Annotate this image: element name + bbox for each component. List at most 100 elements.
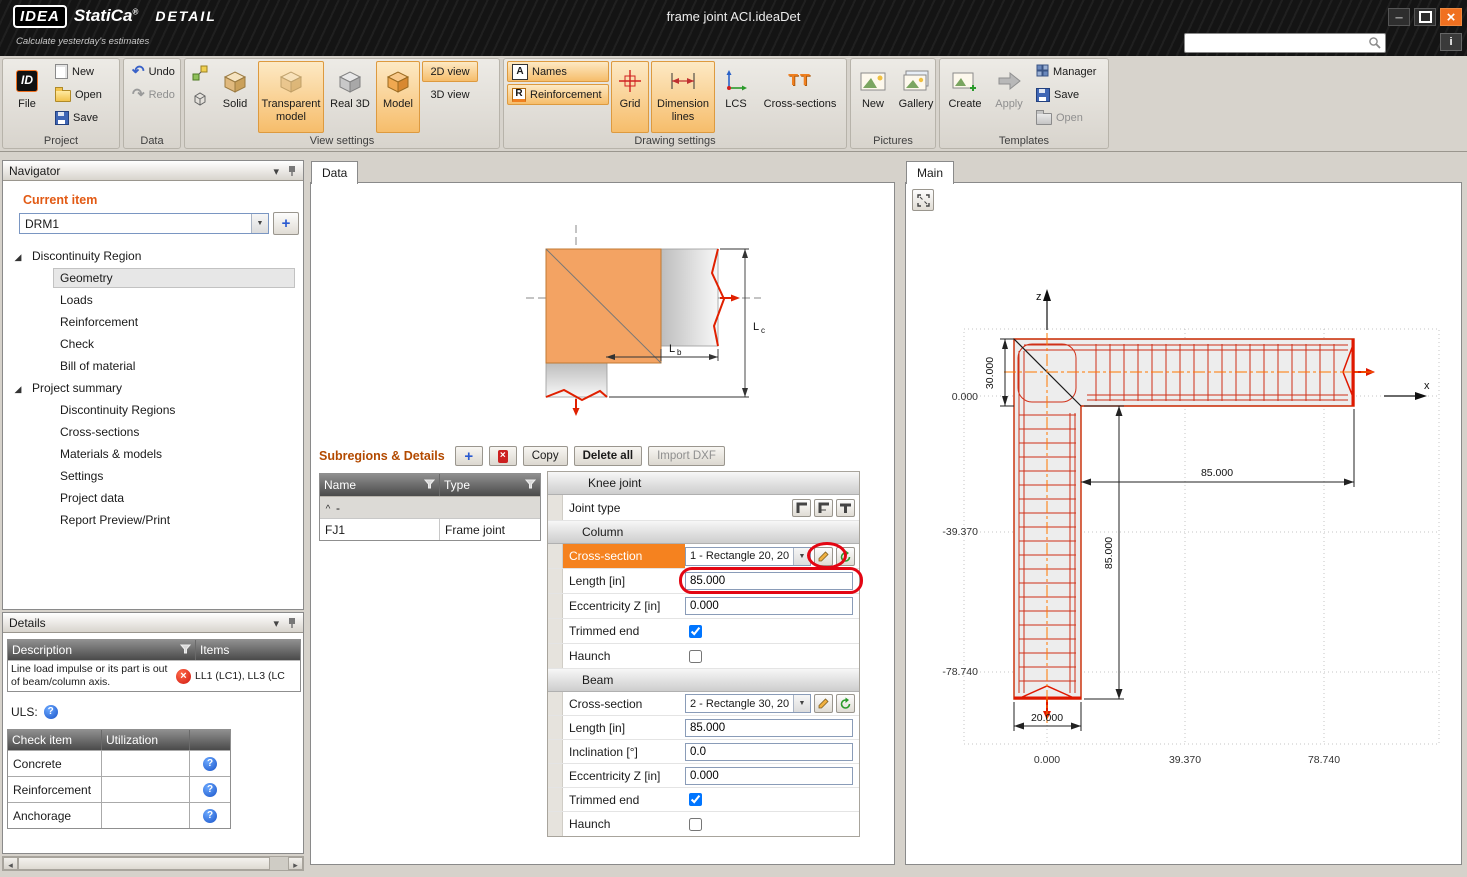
description-column-header[interactable]: Description [8, 640, 196, 660]
nav-item-materials-models[interactable]: Materials & models [3, 443, 303, 465]
check-item-column-header[interactable]: Check item [8, 730, 102, 750]
maximize-button[interactable] [1414, 8, 1436, 26]
current-item-combobox[interactable]: DRM1 [19, 213, 269, 234]
nav-item-settings[interactable]: Settings [3, 465, 303, 487]
beam-inclination-input[interactable] [685, 743, 853, 761]
view-2d-button[interactable]: 2D view [422, 61, 478, 82]
template-open-button[interactable]: Open [1031, 107, 1105, 128]
combo-dropdown-icon[interactable] [251, 214, 268, 233]
gallery-button[interactable]: Gallery [894, 61, 938, 133]
column-cross-section-select[interactable]: 1 - Rectangle 20, 20 [685, 547, 811, 566]
grid-toggle[interactable]: Grid [611, 61, 649, 133]
joint-type-t-button[interactable] [836, 499, 855, 517]
help-icon[interactable] [203, 757, 217, 771]
template-create-button[interactable]: Create [943, 61, 987, 133]
uls-help-icon[interactable] [44, 705, 58, 719]
joint-type-knee-button[interactable] [792, 499, 811, 517]
redo-button[interactable]: Redo [127, 84, 177, 105]
check-row-anchorage[interactable]: Anchorage [8, 802, 230, 828]
search-input[interactable] [1185, 36, 1368, 50]
collapse-chevron-icon[interactable] [273, 616, 279, 630]
beam-cross-section-edit-button[interactable] [814, 694, 833, 713]
delete-subregion-button[interactable] [489, 446, 517, 466]
nav-item-report-preview-print[interactable]: Report Preview/Print [3, 509, 303, 531]
view-3d-button[interactable]: 3D view [422, 84, 478, 105]
transparent-model-button[interactable]: Transparent model [258, 61, 324, 133]
lcs-button[interactable]: LCS [717, 61, 755, 133]
model-button[interactable]: Model [376, 61, 420, 133]
help-icon[interactable] [203, 809, 217, 823]
copy-button[interactable]: Copy [523, 446, 568, 466]
table-row-fj1[interactable]: FJ1 Frame joint [320, 518, 540, 540]
open-button[interactable]: Open [50, 84, 114, 105]
add-subregion-button[interactable] [455, 446, 483, 466]
horizontal-scrollbar[interactable] [2, 856, 304, 871]
column-haunch-checkbox[interactable] [689, 650, 702, 663]
nav-item-discontinuity-region[interactable]: Discontinuity Region [3, 245, 303, 267]
save-button[interactable]: Save [50, 107, 114, 128]
import-dxf-button[interactable]: Import DXF [648, 446, 725, 466]
file-button[interactable]: ID File [6, 61, 48, 133]
nav-item-project-summary[interactable]: Project summary [3, 377, 303, 399]
real-3d-button[interactable]: Real 3D [326, 61, 374, 133]
info-button[interactable]: i [1440, 33, 1462, 51]
delete-all-button[interactable]: Delete all [574, 446, 643, 466]
scroll-right-button[interactable] [288, 857, 303, 870]
tab-data[interactable]: Data [311, 161, 358, 184]
dropdown-icon[interactable] [793, 548, 810, 565]
close-button[interactable] [1440, 8, 1462, 26]
joint-type-corner-button[interactable] [814, 499, 833, 517]
column-length-input[interactable] [685, 572, 853, 590]
beam-haunch-checkbox[interactable] [689, 818, 702, 831]
column-cross-section-edit-button[interactable] [814, 547, 833, 566]
fit-to-view-button[interactable] [912, 189, 934, 211]
column-eccentricity-input[interactable] [685, 597, 853, 615]
dropdown-icon[interactable] [793, 695, 810, 712]
nav-item-loads[interactable]: Loads [3, 289, 303, 311]
utilization-column-header[interactable]: Utilization [102, 730, 190, 750]
new-button[interactable]: New [50, 61, 114, 82]
group-row[interactable]: - [320, 496, 540, 518]
filter-funnel-icon[interactable] [525, 478, 536, 492]
items-column-header[interactable]: Items [196, 640, 300, 660]
filter-funnel-icon[interactable] [180, 643, 191, 657]
nav-item-check[interactable]: Check [3, 333, 303, 355]
expander-icon[interactable] [11, 381, 25, 395]
warning-row[interactable]: Line load impulse or its part is out of … [8, 660, 300, 691]
column-cross-section-refresh-button[interactable] [836, 547, 855, 566]
nav-item-bill-of-material[interactable]: Bill of material [3, 355, 303, 377]
tab-main[interactable]: Main [906, 161, 954, 184]
beam-trimmed-end-checkbox[interactable] [689, 793, 702, 806]
filter-funnel-icon[interactable] [424, 478, 435, 492]
beam-eccentricity-input[interactable] [685, 767, 853, 785]
template-save-button[interactable]: Save [1031, 84, 1105, 105]
beam-cross-section-refresh-button[interactable] [836, 694, 855, 713]
nav-item-geometry[interactable]: Geometry [3, 267, 303, 289]
collapse-chevron-icon[interactable] [273, 164, 279, 178]
scroll-left-button[interactable] [3, 857, 18, 870]
expander-icon[interactable] [11, 249, 25, 263]
dimension-lines-toggle[interactable]: Dimension lines [651, 61, 715, 133]
collapse-group-icon[interactable] [320, 501, 336, 515]
nav-item-project-data[interactable]: Project data [3, 487, 303, 509]
pin-icon[interactable] [287, 617, 297, 629]
check-row-reinforcement[interactable]: Reinforcement [8, 776, 230, 802]
reinforcement-toggle[interactable]: RReinforcement [507, 84, 609, 105]
type-column-header[interactable]: Type [440, 474, 540, 496]
pin-icon[interactable] [287, 165, 297, 177]
transform-tool-button[interactable] [188, 61, 212, 85]
template-apply-button[interactable]: Apply [989, 61, 1029, 133]
beam-cross-section-select[interactable]: 2 - Rectangle 30, 20 [685, 694, 811, 713]
names-toggle[interactable]: ANames [507, 61, 609, 82]
column-trimmed-end-checkbox[interactable] [689, 625, 702, 638]
cross-sections-button[interactable]: TT Cross-sections [757, 61, 843, 133]
add-item-button[interactable] [273, 212, 299, 235]
nav-item-cross-sections[interactable]: Cross-sections [3, 421, 303, 443]
wireframe-cube-button[interactable] [188, 87, 212, 111]
beam-length-input[interactable] [685, 719, 853, 737]
help-icon[interactable] [203, 783, 217, 797]
minimize-button[interactable] [1388, 8, 1410, 26]
solid-button[interactable]: Solid [214, 61, 256, 133]
picture-new-button[interactable]: New [854, 61, 892, 133]
template-manager-button[interactable]: Manager [1031, 61, 1105, 82]
